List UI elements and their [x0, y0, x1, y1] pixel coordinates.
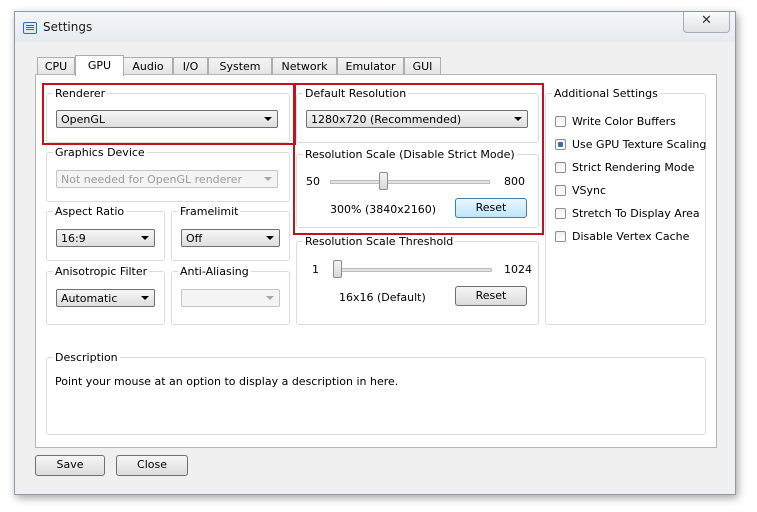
resolution-scale-group: Resolution Scale (Disable Strict Mode) 5…	[296, 148, 539, 228]
tab-emulator[interactable]: Emulator	[337, 57, 404, 75]
aspect-ratio-label: Aspect Ratio	[53, 205, 127, 218]
tab-network[interactable]: Network	[272, 57, 337, 75]
chevron-down-icon	[266, 296, 274, 300]
resolution-scale-min: 50	[306, 175, 320, 188]
resolution-threshold-min: 1	[312, 263, 319, 276]
resolution-threshold-max: 1024	[504, 263, 532, 276]
checkbox-write-color-buffers[interactable]	[555, 116, 566, 127]
resolution-scale-value: 300% (3840x2160)	[330, 203, 437, 216]
anisotropic-filter-select[interactable]: Automatic	[56, 289, 155, 307]
checkbox-stretch-to-display-area[interactable]	[555, 208, 566, 219]
anisotropic-filter-group: Anisotropic Filter Automatic	[46, 265, 165, 325]
chevron-down-icon	[264, 117, 272, 121]
checkbox-use-gpu-texture-scaling[interactable]	[555, 139, 566, 150]
framelimit-label: Framelimit	[178, 205, 241, 218]
window-close-button[interactable]: ✕	[683, 12, 730, 33]
anti-aliasing-group: Anti-Aliasing	[171, 265, 290, 325]
renderer-group: Renderer OpenGL	[46, 87, 290, 143]
renderer-select[interactable]: OpenGL	[56, 110, 278, 128]
aspect-ratio-select[interactable]: 16:9	[56, 229, 155, 247]
tab-gpu[interactable]: GPU	[75, 55, 124, 76]
checkbox-label[interactable]: Write Color Buffers	[572, 115, 676, 128]
aspect-ratio-value: 16:9	[61, 232, 86, 245]
checkbox-strict-rendering-mode[interactable]	[555, 162, 566, 173]
resolution-scale-track	[330, 180, 490, 184]
anisotropic-filter-value: Automatic	[61, 292, 118, 305]
chevron-down-icon	[514, 117, 522, 121]
resolution-scale-max: 800	[504, 175, 525, 188]
chevron-down-icon	[141, 296, 149, 300]
tab-cpu[interactable]: CPU	[37, 57, 75, 75]
additional-settings-label: Additional Settings	[552, 87, 660, 100]
default-resolution-select[interactable]: 1280x720 (Recommended)	[306, 110, 528, 128]
tab-gui[interactable]: GUI	[404, 57, 441, 75]
title-bar: Settings ✕	[15, 12, 735, 42]
graphics-device-label: Graphics Device	[53, 146, 147, 159]
renderer-value: OpenGL	[61, 113, 106, 126]
window-title: Settings	[43, 20, 93, 34]
checkbox-label[interactable]: Strict Rendering Mode	[572, 161, 694, 174]
resolution-threshold-reset-button[interactable]: Reset	[455, 286, 527, 306]
anisotropic-filter-label: Anisotropic Filter	[53, 265, 150, 278]
close-icon: ✕	[701, 13, 712, 28]
checkbox-vsync[interactable]	[555, 185, 566, 196]
framelimit-group: Framelimit Off	[171, 205, 290, 261]
resolution-scale-reset-button[interactable]: Reset	[455, 198, 527, 218]
description-label: Description	[53, 351, 120, 364]
settings-app-icon	[23, 22, 37, 34]
default-resolution-value: 1280x720 (Recommended)	[311, 113, 462, 126]
resolution-scale-slider-thumb[interactable]	[379, 172, 389, 190]
graphics-device-value: Not needed for OpenGL renderer	[61, 173, 242, 186]
gpu-settings-panel: Renderer OpenGL Graphics Device Not need…	[35, 74, 717, 448]
close-button[interactable]: Close	[116, 455, 188, 476]
tab-io[interactable]: I/O	[173, 57, 208, 75]
settings-window: Settings ✕ CPU GPU Audio I/O System Netw…	[14, 11, 736, 495]
framelimit-value: Off	[186, 232, 203, 245]
description-text: Point your mouse at an option to display…	[55, 375, 399, 388]
checkbox-label[interactable]: VSync	[572, 184, 606, 197]
tab-audio[interactable]: Audio	[123, 57, 173, 75]
chevron-down-icon	[141, 236, 149, 240]
tab-system[interactable]: System	[208, 57, 272, 75]
save-button[interactable]: Save	[35, 455, 105, 476]
chevron-down-icon	[264, 177, 272, 181]
graphics-device-group: Graphics Device Not needed for OpenGL re…	[46, 146, 290, 202]
resolution-scale-label: Resolution Scale (Disable Strict Mode)	[303, 148, 517, 161]
resolution-threshold-label: Resolution Scale Threshold	[303, 235, 456, 248]
resolution-threshold-value: 16x16 (Default)	[339, 291, 426, 304]
resolution-threshold-slider-thumb[interactable]	[333, 260, 342, 278]
default-resolution-group: Default Resolution 1280x720 (Recommended…	[296, 87, 539, 143]
renderer-label: Renderer	[53, 87, 108, 100]
description-group: Description Point your mouse at an optio…	[46, 351, 706, 435]
graphics-device-select: Not needed for OpenGL renderer	[56, 170, 278, 188]
resolution-threshold-group: Resolution Scale Threshold 1 1024 16x16 …	[296, 235, 539, 325]
checkbox-disable-vertex-cache[interactable]	[555, 231, 566, 242]
default-resolution-label: Default Resolution	[303, 87, 409, 100]
framelimit-select[interactable]: Off	[181, 229, 280, 247]
checkbox-label[interactable]: Disable Vertex Cache	[572, 230, 689, 243]
anti-aliasing-label: Anti-Aliasing	[178, 265, 251, 278]
checkbox-label[interactable]: Use GPU Texture Scaling	[572, 138, 706, 151]
anti-aliasing-select	[181, 289, 280, 307]
checkbox-label[interactable]: Stretch To Display Area	[572, 207, 700, 220]
additional-settings-group: Additional Settings Write Color Buffers U…	[545, 87, 706, 325]
aspect-ratio-group: Aspect Ratio 16:9	[46, 205, 165, 261]
resolution-threshold-track	[333, 268, 492, 272]
chevron-down-icon	[266, 236, 274, 240]
